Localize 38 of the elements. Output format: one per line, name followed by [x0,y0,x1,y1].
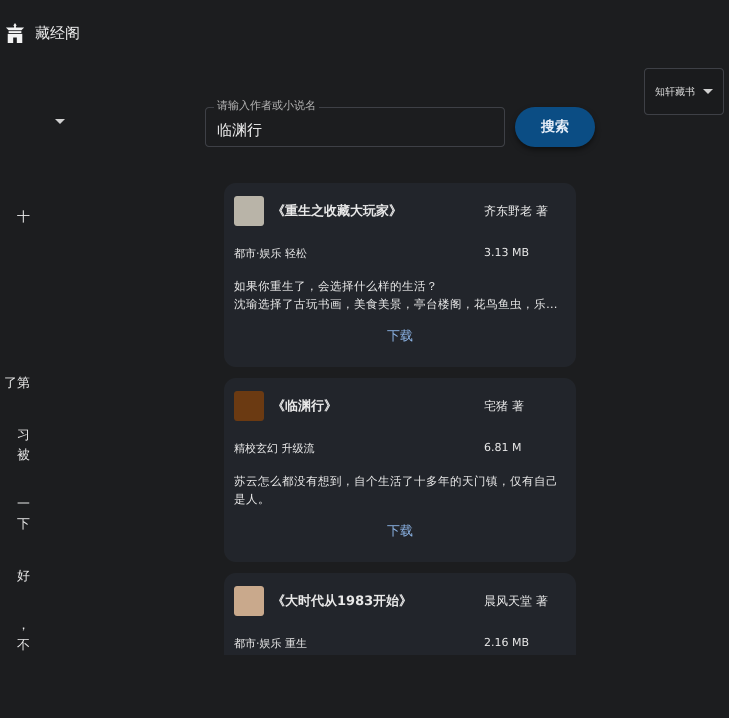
cut-off-text: 十 [17,209,30,227]
book-author: 晨风天堂 著 [484,592,549,610]
book-title: 《临渊行》 [272,398,338,415]
cut-off-text: 被 [17,447,30,465]
caret-icon [703,89,713,94]
file-size: 2.16 MB [484,636,530,651]
cut-off-text: 好 [17,568,30,586]
book-tags: 都市·娱乐 轻松 [234,246,484,261]
cut-off-text: 习 [17,427,30,445]
cut-off-text: 下 [17,516,30,534]
book-description: 沈瑜选择了古玩书画，美食美景，亭台楼阁，花鸟鱼虫，乐… [234,296,558,313]
book-description: 如果你重生了，会选择什么样的生活？ [234,278,439,295]
cut-off-text: 了第 [4,375,30,393]
cut-off-text: ， [17,617,30,635]
cut-off-text: 不 [17,637,30,655]
cover-placeholder [234,391,264,421]
pagoda-icon [4,23,26,43]
search-button[interactable]: 搜索 [515,107,595,147]
download-link[interactable]: 下载 [387,524,413,539]
cover-placeholder [234,586,264,616]
book-title: 《重生之收藏大玩家》 [272,202,403,220]
source-dropdown-value: 知轩藏书 [655,86,695,98]
book-tags: 都市·娱乐 重生 [234,636,484,651]
search-field-label: 请输入作者或小说名 [214,99,319,113]
cut-off-text: 一 [17,496,30,514]
file-size: 6.81 M [484,441,522,456]
app-title: 藏经阁 [35,24,80,42]
book-author: 齐东野老 著 [484,202,549,220]
dropdown-caret-icon[interactable] [55,119,65,124]
file-size: 3.13 MB [484,246,530,261]
search-field[interactable]: 请输入作者或小说名 临渊行 [205,99,505,147]
source-dropdown[interactable]: 知轩藏书 [644,68,724,115]
cover-placeholder [234,196,264,226]
book-tags: 精校玄幻 升级流 [234,441,484,456]
book-author: 宅猪 著 [484,398,525,414]
book-description: 苏云怎么都没有想到，自个生活了十多年的天门镇，仅有自己是人。 [234,473,559,508]
book-title: 《大时代从1983开始》 [272,593,414,610]
download-link[interactable]: 下载 [387,329,413,344]
